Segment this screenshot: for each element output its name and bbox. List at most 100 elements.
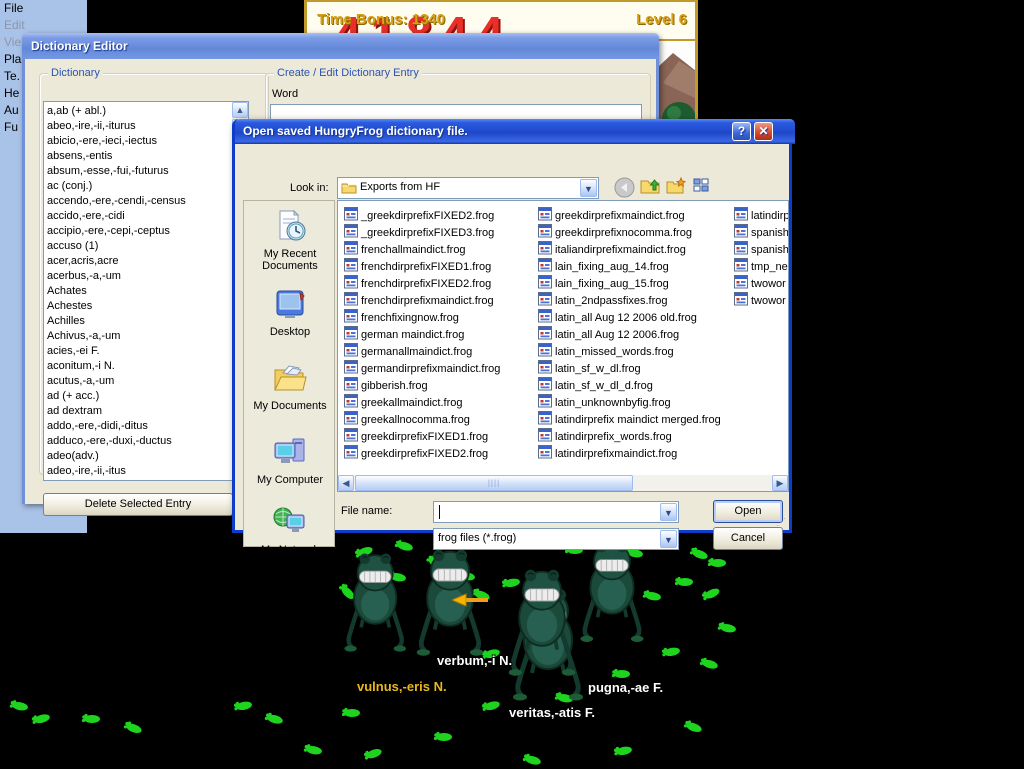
back-icon[interactable] [613,177,635,199]
scroll-right-icon[interactable]: ▶ [772,475,788,491]
dictionary-entry[interactable]: Achestes [47,299,230,314]
file-item[interactable]: _greekdirprefixFIXED2.frog [344,207,500,224]
file-item[interactable]: frenchdirprefixFIXED2.frog [344,275,500,292]
files-of-type-dropdown[interactable]: frog files (*.frog) ▼ [433,528,679,550]
file-item[interactable]: latin_sf_w_dl_d.frog [538,377,721,394]
file-item[interactable]: german maindict.frog [344,326,500,343]
file-item[interactable]: latin_all Aug 12 2006.frog [538,326,721,343]
look-in-dropdown[interactable]: Exports from HF ▼ [337,177,599,199]
dictionary-entry[interactable]: abicio,-ere,-ieci,-iectus [47,134,230,149]
dictionary-entry[interactable]: Achivus,-a,-um [47,329,230,344]
dictionary-entry[interactable]: accendo,-ere,-cendi,-census [47,194,230,209]
file-item[interactable]: germanallmaindict.frog [344,343,500,360]
file-item[interactable]: twowor [734,275,789,292]
dictionary-entry[interactable]: ad (+ acc.) [47,389,230,404]
dictionary-entry[interactable]: adduco,-ere,-duxi,-ductus [47,434,230,449]
file-item[interactable]: latin_unknownbyfig.frog [538,394,721,411]
chevron-down-icon[interactable]: ▼ [660,530,677,548]
file-item[interactable]: latin_2ndpassfixes.frog [538,292,721,309]
dictionary-entry[interactable]: acutus,-a,-um [47,374,230,389]
file-item[interactable]: latindirp [734,207,789,224]
dictionary-entry[interactable]: acer,acris,acre [47,254,230,269]
file-item[interactable]: tmp_ne [734,258,789,275]
dictionary-editor-titlebar[interactable]: Dictionary Editor [22,33,659,59]
menu-item-edit[interactable]: Edit [0,17,87,34]
file-item[interactable]: greekdirprefixFIXED1.frog [344,428,500,445]
place-my-computer[interactable]: My Computer [244,435,336,486]
dictionary-entry[interactable]: adeo(adv.) [47,449,230,464]
frog-character[interactable] [340,550,410,658]
file-item[interactable]: frenchdirprefixmaindict.frog [344,292,500,309]
file-item[interactable]: italiandirprefixmaindict.frog [538,241,721,258]
dictionary-entry[interactable]: a,ab (+ abl.) [47,104,230,119]
dictionary-entry[interactable]: accuso (1) [47,239,230,254]
delete-selected-entry-button[interactable]: Delete Selected Entry [43,493,233,516]
open-dialog-titlebar[interactable]: Open saved HungryFrog dictionary file. ?… [235,119,795,144]
frog-character[interactable] [504,566,580,683]
file-item[interactable]: latindirprefixmaindict.frog [538,445,721,462]
file-item[interactable]: latin_all Aug 12 2006 old.frog [538,309,721,326]
file-item[interactable]: _greekdirprefixFIXED3.frog [344,224,500,241]
file-list[interactable]: _greekdirprefixFIXED2.frog_greekdirprefi… [337,200,789,492]
file-item[interactable]: greekdirprefixmaindict.frog [538,207,721,224]
dictionary-entry[interactable]: Achilles [47,314,230,329]
dictionary-entry[interactable]: accipio,-ere,-cepi,-ceptus [47,224,230,239]
file-item[interactable]: latindirprefix_words.frog [538,428,721,445]
create-edit-group-label: Create / Edit Dictionary Entry [274,67,422,79]
create-new-folder-icon[interactable] [665,177,687,199]
dictionary-entry[interactable]: abeo,-ire,-ii,-iturus [47,119,230,134]
file-item[interactable]: greekdirprefixFIXED2.frog [344,445,500,462]
frog-footprint [659,644,683,660]
frog-footprint [697,655,721,672]
place-desktop[interactable]: Desktop [244,287,336,338]
place-my-network[interactable]: My Network [244,505,336,556]
place-my-documents[interactable]: My Documents [244,361,336,412]
dictionary-entry[interactable]: Achates [47,284,230,299]
open-button[interactable]: Open [713,500,783,523]
latin-word-label: veritas,-atis F. [509,705,595,720]
file-item[interactable]: latindirprefix maindict merged.frog [538,411,721,428]
file-item[interactable]: lain_fixing_aug_14.frog [538,258,721,275]
scrollbar-thumb[interactable]: |||| [355,475,633,491]
file-list-hscrollbar[interactable]: ◀ |||| ▶ [338,475,788,491]
dictionary-entry[interactable]: acies,-ei F. [47,344,230,359]
help-button[interactable]: ? [732,122,751,141]
dictionary-entry[interactable]: accido,-ere,-cidi [47,209,230,224]
chevron-down-icon[interactable]: ▼ [660,503,677,521]
file-item[interactable]: spanish [734,224,789,241]
dictionary-entry[interactable]: acerbus,-a,-um [47,269,230,284]
up-one-level-icon[interactable] [639,177,661,199]
dictionary-entry[interactable]: addo,-ere,-didi,-ditus [47,419,230,434]
scroll-left-icon[interactable]: ◀ [338,475,354,491]
view-menu-icon[interactable]: ▼ [691,177,713,199]
cancel-button[interactable]: Cancel [713,527,783,550]
file-item[interactable]: spanish [734,241,789,258]
file-item[interactable]: greekallnocomma.frog [344,411,500,428]
file-item[interactable]: greekdirprefixnocomma.frog [538,224,721,241]
dictionary-entry[interactable]: aconitum,-i N. [47,359,230,374]
file-item[interactable]: lain_fixing_aug_15.frog [538,275,721,292]
file-item[interactable]: frenchallmaindict.frog [344,241,500,258]
frog-character[interactable] [576,538,648,649]
resize-grip[interactable]: ⋰ [776,517,787,528]
file-item[interactable]: frenchfixingnow.frog [344,309,500,326]
file-item[interactable]: germandirprefixmaindict.frog [344,360,500,377]
file-item[interactable]: latin_sf_w_dl.frog [538,360,721,377]
chevron-down-icon[interactable]: ▼ [580,179,597,197]
file-item[interactable]: frenchdirprefixFIXED1.frog [344,258,500,275]
menu-item-file[interactable]: File [0,0,87,17]
place-my-recent-documents[interactable]: My Recent Documents [244,209,336,272]
file-item[interactable]: gibberish.frog [344,377,500,394]
file-item[interactable]: twowor [734,292,789,309]
file-item[interactable]: latin_missed_words.frog [538,343,721,360]
dictionary-entry[interactable]: absum,-esse,-fui,-futurus [47,164,230,179]
dictionary-entry[interactable]: adeo,-ire,-ii,-itus [47,464,230,479]
file-item[interactable]: greekallmaindict.frog [344,394,500,411]
file-name-input[interactable]: ▼ [433,501,679,523]
dictionary-entry[interactable]: ac (conj.) [47,179,230,194]
close-button[interactable]: ✕ [754,122,773,141]
dictionary-entry[interactable]: absens,-entis [47,149,230,164]
dictionary-entry[interactable]: ad dextram [47,404,230,419]
dictionary-entry-list[interactable]: a,ab (+ abl.)abeo,-ire,-ii,-iturusabicio… [43,101,249,481]
scroll-up-icon[interactable]: ▲ [232,102,248,118]
